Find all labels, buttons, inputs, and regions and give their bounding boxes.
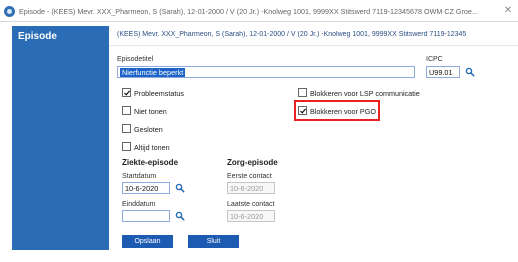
niet-tonen-checkbox[interactable]: Niet tonen xyxy=(122,105,242,116)
probleemstatus-label: Probleemstatus xyxy=(134,89,184,98)
zorg-episode-heading: Zorg-episode xyxy=(227,158,278,167)
close-icon[interactable]: ✕ xyxy=(501,4,515,18)
altijd-tonen-label: Altijd tonen xyxy=(134,143,170,152)
startdatum-value: 10-6-2020 xyxy=(125,184,159,193)
highlight-box xyxy=(294,100,380,121)
eerste-contact-input: 10-6-2020 xyxy=(227,182,275,194)
patient-header: (KEES) Mevr. XXX_Pharmeon, S (Sarah), 12… xyxy=(109,26,518,46)
altijd-tonen-checkbox[interactable]: Altijd tonen xyxy=(122,141,242,152)
einddatum-input[interactable] xyxy=(122,210,170,222)
episodetitel-value: Nierfunctie beperkt xyxy=(120,68,186,77)
blokkeren-lsp-checkbox[interactable]: Blokkeren voor LSP communicatie xyxy=(298,87,498,98)
sidebar: Episode xyxy=(12,26,109,250)
checkmark-icon xyxy=(124,90,130,96)
gesloten-label: Gesloten xyxy=(134,125,163,134)
save-button[interactable]: Opslaan xyxy=(122,235,173,248)
niet-tonen-label: Niet tonen xyxy=(134,107,167,116)
checkbox-box[interactable] xyxy=(122,142,131,151)
search-icon[interactable] xyxy=(465,67,475,77)
blokkeren-lsp-label: Blokkeren voor LSP communicatie xyxy=(310,89,420,98)
checkbox-box[interactable] xyxy=(122,88,131,97)
search-icon[interactable] xyxy=(175,211,185,221)
search-icon[interactable] xyxy=(175,183,185,193)
laatste-contact-value: 10-6-2020 xyxy=(230,212,264,221)
episodetitel-label: Episodetitel xyxy=(117,56,154,63)
eerste-contact-value: 10-6-2020 xyxy=(230,184,264,193)
sidebar-title: Episode xyxy=(18,31,57,42)
close-button[interactable]: Sluit xyxy=(188,235,239,248)
icpc-input[interactable]: U99.01 xyxy=(426,66,460,78)
startdatum-input[interactable]: 10-6-2020 xyxy=(122,182,170,194)
window-titlebar: Episode - (KEES) Mevr. XXX_Pharmeon, S (… xyxy=(0,0,518,22)
ziekte-episode-heading: Ziekte-episode xyxy=(122,158,179,167)
icpc-value: U99.01 xyxy=(429,68,453,77)
laatste-contact-input: 10-6-2020 xyxy=(227,210,275,222)
window-title: Episode - (KEES) Mevr. XXX_Pharmeon, S (… xyxy=(19,7,478,16)
gesloten-checkbox[interactable]: Gesloten xyxy=(122,123,242,134)
app-icon xyxy=(4,6,15,17)
episodetitel-input[interactable]: Nierfunctie beperkt xyxy=(117,66,415,78)
episode-form-panel: (KEES) Mevr. XXX_Pharmeon, S (Sarah), 12… xyxy=(109,26,518,250)
icpc-label: ICPC xyxy=(426,56,443,63)
checkbox-box[interactable] xyxy=(298,88,307,97)
probleemstatus-checkbox[interactable]: Probleemstatus xyxy=(122,87,242,98)
checkbox-box[interactable] xyxy=(122,124,131,133)
checkbox-box[interactable] xyxy=(122,106,131,115)
patient-info-text: (KEES) Mevr. XXX_Pharmeon, S (Sarah), 12… xyxy=(117,31,467,38)
